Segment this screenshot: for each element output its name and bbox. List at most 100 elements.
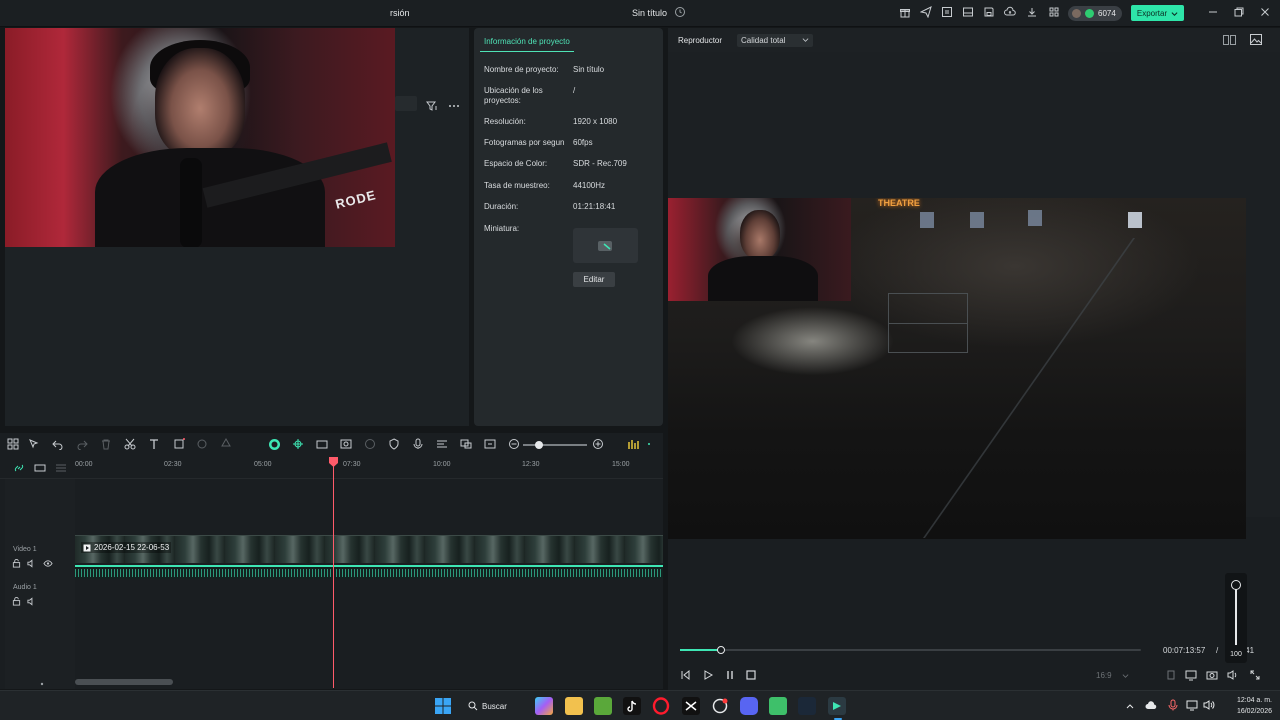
mute-icon[interactable] bbox=[27, 559, 36, 568]
discord-icon[interactable] bbox=[740, 697, 758, 715]
audio-mixer-icon[interactable] bbox=[436, 438, 450, 452]
replace-icon[interactable] bbox=[460, 438, 474, 452]
export-button[interactable]: Exportar bbox=[1131, 5, 1184, 21]
minimize-icon[interactable] bbox=[1207, 6, 1221, 20]
zoom-in-icon[interactable] bbox=[592, 438, 606, 452]
timeline-tracks[interactable]: Video 1 Audio 1 2026-02-15 22-06-53 bbox=[0, 479, 663, 689]
layout-icon[interactable] bbox=[962, 6, 976, 20]
aspect-ratio-select[interactable]: 16:9 bbox=[1096, 668, 1146, 682]
video-preview[interactable]: THEATRE bbox=[668, 52, 1280, 539]
gift-icon[interactable] bbox=[899, 6, 913, 20]
scissors-icon[interactable] bbox=[124, 438, 138, 452]
auto-highlight-icon[interactable] bbox=[316, 438, 330, 452]
chevron-up-icon[interactable] bbox=[1125, 701, 1135, 711]
volume-slider[interactable] bbox=[1235, 583, 1237, 645]
progress-handle[interactable] bbox=[717, 646, 726, 654]
snap-icon[interactable] bbox=[292, 438, 306, 452]
steam-icon[interactable] bbox=[798, 697, 816, 715]
text-tool-icon[interactable] bbox=[148, 438, 162, 452]
select-tool-icon[interactable] bbox=[28, 438, 42, 452]
fullscreen-icon[interactable] bbox=[1249, 669, 1263, 683]
media-search-field[interactable] bbox=[395, 96, 417, 111]
zoom-out-icon[interactable] bbox=[508, 438, 522, 452]
display-icon[interactable] bbox=[1185, 669, 1199, 683]
shield-icon[interactable] bbox=[388, 438, 402, 452]
playhead[interactable] bbox=[333, 458, 334, 688]
audio-track-name: Audio 1 bbox=[13, 584, 37, 591]
lock-icon[interactable] bbox=[12, 597, 21, 606]
chatgpt-icon[interactable] bbox=[711, 697, 729, 715]
undo-icon[interactable] bbox=[52, 438, 66, 452]
filter-icon[interactable] bbox=[426, 100, 438, 112]
menu-version[interactable]: rsión bbox=[390, 8, 410, 18]
color-icon[interactable] bbox=[220, 438, 234, 452]
grid-icon[interactable] bbox=[7, 438, 21, 452]
minecraft-icon[interactable] bbox=[594, 697, 612, 715]
link-icon[interactable] bbox=[13, 462, 25, 474]
zoom-handle[interactable] bbox=[535, 441, 543, 449]
marker-icon[interactable] bbox=[34, 462, 46, 474]
fit-icon[interactable] bbox=[484, 438, 498, 452]
settings-dot-icon[interactable] bbox=[645, 438, 659, 452]
quality-select[interactable]: Calidad total bbox=[737, 34, 813, 47]
audio-meter-icon[interactable] bbox=[627, 438, 641, 452]
filmora-icon[interactable] bbox=[828, 697, 846, 715]
eye-icon[interactable] bbox=[43, 559, 53, 568]
track-manage-icon[interactable] bbox=[55, 462, 67, 474]
opera-icon[interactable] bbox=[652, 697, 670, 715]
camera-icon[interactable] bbox=[1206, 669, 1220, 683]
lock-icon[interactable] bbox=[12, 559, 21, 568]
snapshot-image-icon[interactable] bbox=[1250, 34, 1262, 45]
apps-grid-icon[interactable] bbox=[1048, 6, 1062, 20]
prev-frame-icon[interactable] bbox=[680, 669, 694, 683]
clip-audio-waveform[interactable] bbox=[75, 565, 663, 579]
volume-icon[interactable] bbox=[1227, 669, 1241, 683]
more-icon[interactable] bbox=[448, 100, 460, 112]
capcut-icon[interactable] bbox=[682, 697, 700, 715]
timeline-zoom-slider[interactable] bbox=[523, 441, 587, 449]
file-explorer-icon[interactable] bbox=[565, 697, 583, 715]
volume-handle[interactable] bbox=[1231, 580, 1241, 590]
mark-in-icon[interactable] bbox=[1165, 669, 1179, 683]
copilot-icon[interactable] bbox=[535, 697, 553, 715]
cloud-upload-icon[interactable] bbox=[1004, 6, 1018, 20]
system-clock[interactable]: 12:04 a. m. 16/02/2026 bbox=[1222, 695, 1272, 717]
send-icon[interactable] bbox=[920, 6, 934, 20]
play-icon[interactable] bbox=[702, 669, 716, 683]
app-icon[interactable] bbox=[769, 697, 787, 715]
edit-thumbnail-button[interactable]: Editar bbox=[573, 272, 615, 287]
clip-label: 2026-02-15 22-06-53 bbox=[81, 542, 172, 553]
cloud-icon[interactable] bbox=[1145, 700, 1157, 710]
pause-icon[interactable] bbox=[724, 669, 738, 683]
compare-view-icon[interactable] bbox=[1223, 35, 1236, 45]
info-value-fps: 60fps bbox=[573, 138, 593, 147]
speed-icon[interactable] bbox=[364, 438, 378, 452]
stop-icon[interactable] bbox=[745, 669, 759, 683]
microphone-icon[interactable] bbox=[412, 438, 426, 452]
restore-icon[interactable] bbox=[1233, 6, 1247, 20]
mute-icon[interactable] bbox=[27, 597, 36, 606]
save-icon[interactable] bbox=[983, 6, 997, 20]
taskbar-search[interactable]: Buscar bbox=[468, 698, 520, 714]
network-icon[interactable] bbox=[1186, 699, 1198, 711]
tiktok-icon[interactable] bbox=[623, 697, 641, 715]
windows-start-icon[interactable] bbox=[434, 697, 452, 715]
redo-icon[interactable] bbox=[76, 438, 90, 452]
add-track-dot-icon[interactable] bbox=[40, 682, 44, 686]
download-icon[interactable] bbox=[1026, 6, 1040, 20]
tab-project-info[interactable]: Información de proyecto bbox=[480, 32, 574, 52]
playback-progress[interactable] bbox=[680, 646, 1141, 654]
close-icon[interactable] bbox=[1259, 6, 1273, 20]
crop-icon[interactable] bbox=[173, 438, 187, 452]
timeline-scrollbar[interactable] bbox=[75, 679, 173, 685]
ai-assistant-icon[interactable] bbox=[268, 438, 282, 452]
thumbnail-preview[interactable] bbox=[573, 228, 638, 263]
auto-reframe-icon[interactable] bbox=[340, 438, 354, 452]
delete-icon[interactable] bbox=[100, 438, 114, 452]
microphone-icon[interactable] bbox=[1168, 699, 1178, 711]
credits-badge[interactable]: 6074 bbox=[1068, 6, 1122, 21]
template-icon[interactable] bbox=[941, 6, 955, 20]
speaker-icon[interactable] bbox=[1203, 699, 1215, 711]
effects-icon[interactable] bbox=[196, 438, 210, 452]
video-clip[interactable]: 2026-02-15 22-06-53 bbox=[75, 535, 663, 563]
